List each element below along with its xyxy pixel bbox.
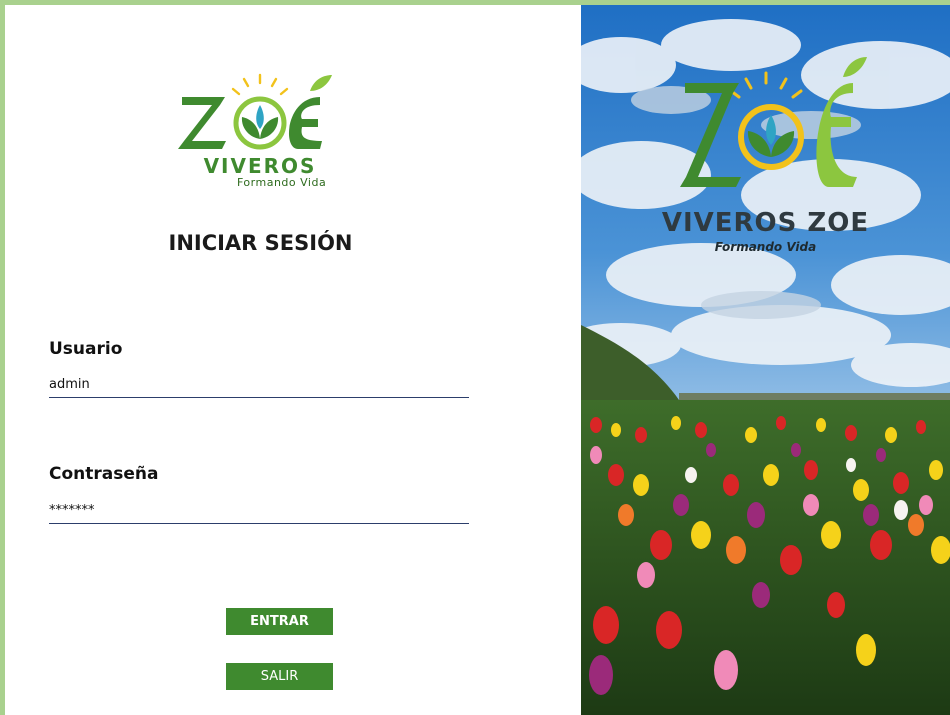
page-title: INICIAR SESIÓN <box>168 231 353 255</box>
login-panel: VIVEROS Formando Vida INICIAR SESIÓN Usu… <box>5 5 581 715</box>
password-label: Contraseña <box>49 464 159 484</box>
tulip-field-picture <box>581 5 950 715</box>
banner-tagline: Formando Vida <box>714 240 817 254</box>
logo-tagline: Formando Vida <box>237 176 327 189</box>
banner-brand-name: VIVEROS ZOE <box>661 208 870 238</box>
username-label: Usuario <box>49 339 123 359</box>
exit-button[interactable]: SALIR <box>226 663 333 690</box>
logo-word: VIVEROS <box>204 154 317 178</box>
enter-button[interactable]: ENTRAR <box>226 608 333 635</box>
password-input[interactable] <box>49 497 469 524</box>
username-input[interactable] <box>49 371 469 398</box>
login-window: VIVEROS Formando Vida INICIAR SESIÓN Usu… <box>5 5 950 715</box>
banner-image: VIVEROS ZOE Formando Vida <box>581 5 950 715</box>
